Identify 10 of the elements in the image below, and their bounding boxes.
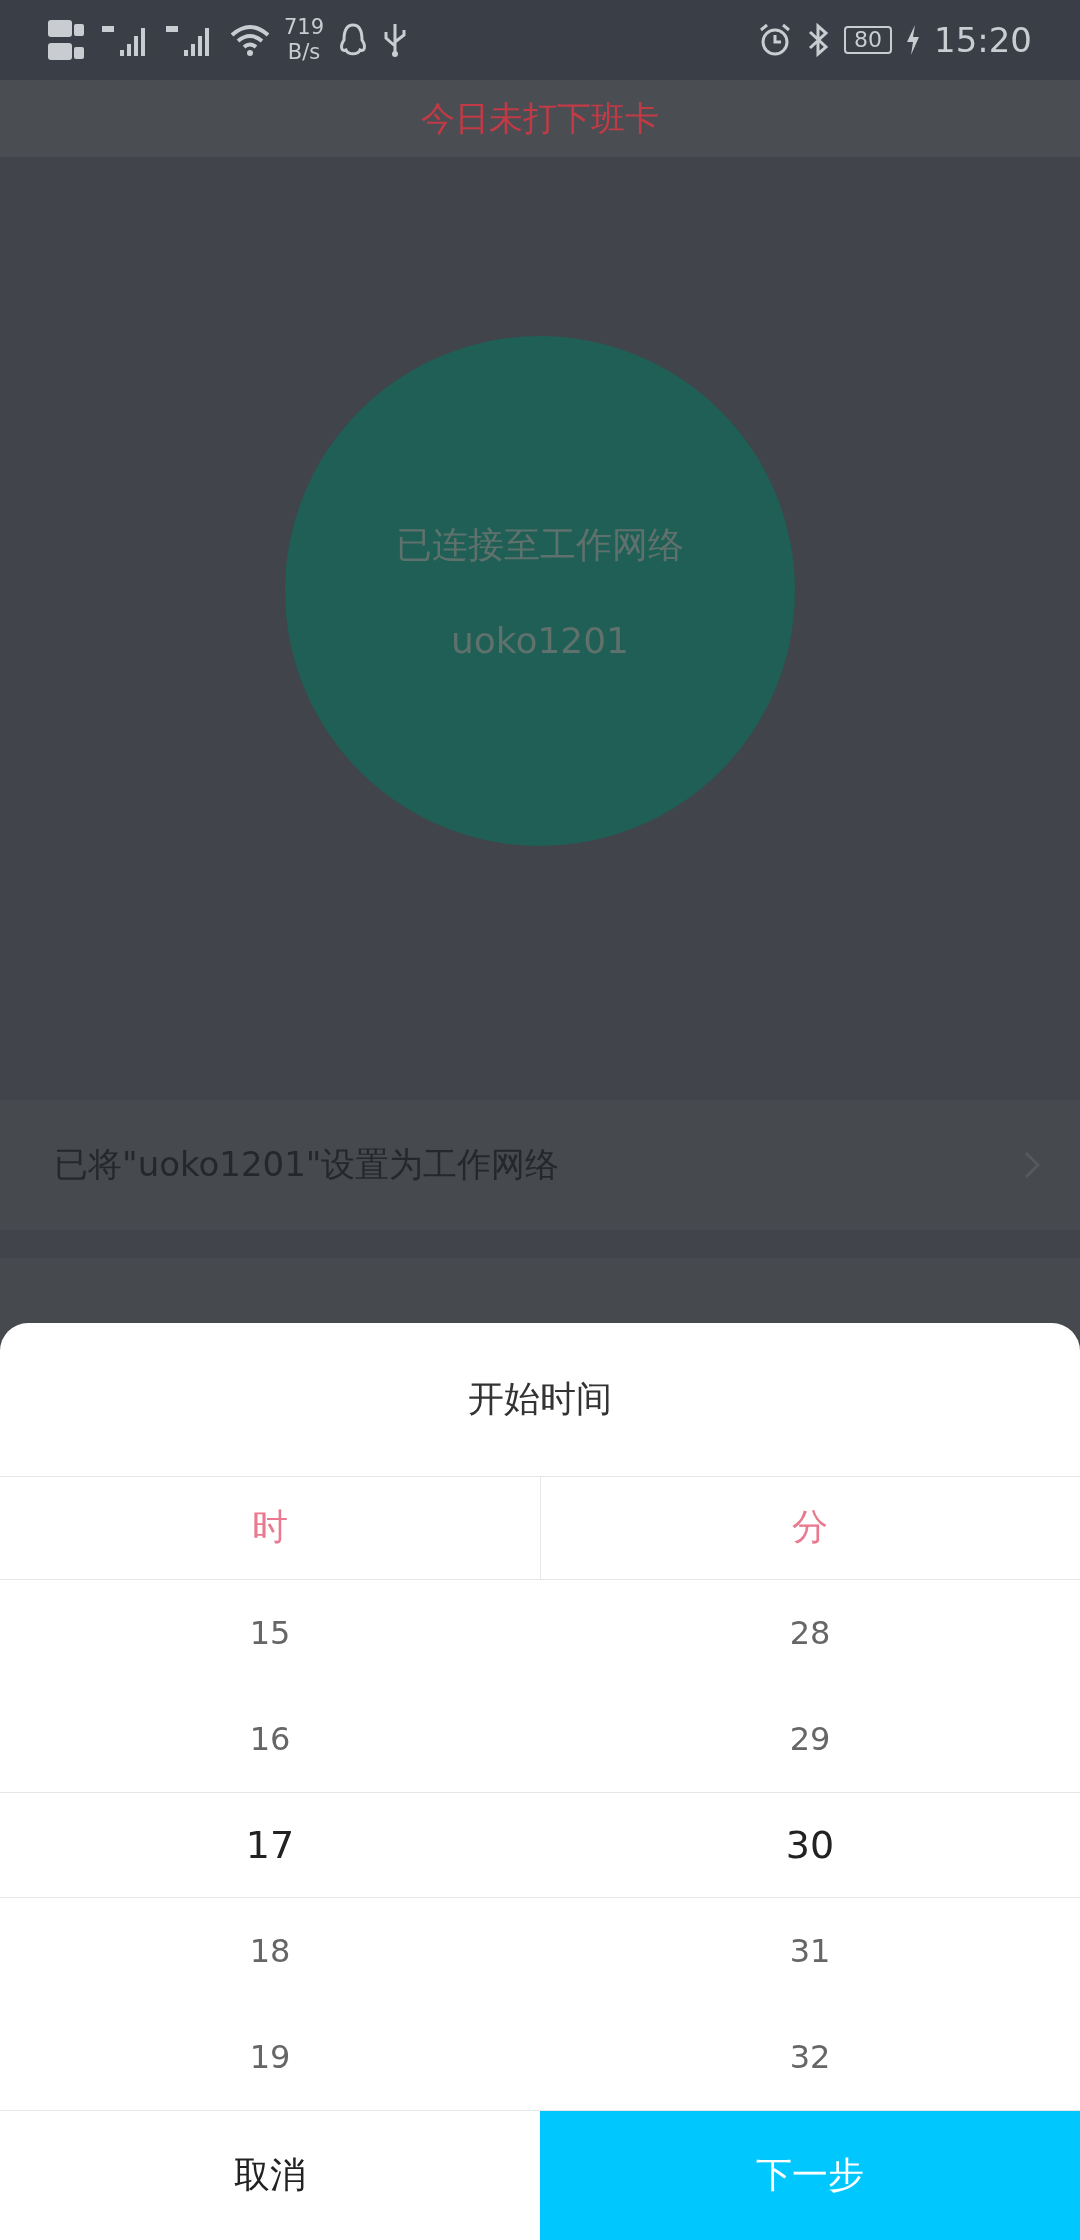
column-header: 时	[250, 1505, 289, 1550]
network-name: uoko1201	[450, 620, 630, 661]
page-title: 今日未打下班卡	[421, 96, 659, 140]
speed-unit: B/s	[287, 40, 321, 65]
column-header: 分	[539, 1476, 1080, 1579]
status-text: 已连接至工作网络	[396, 523, 684, 567]
network-speed: 719	[284, 15, 325, 40]
clock-time: 15:20	[934, 20, 1032, 60]
battery-level: 80	[844, 26, 892, 54]
picker-title: 开始时间	[468, 1376, 612, 1421]
